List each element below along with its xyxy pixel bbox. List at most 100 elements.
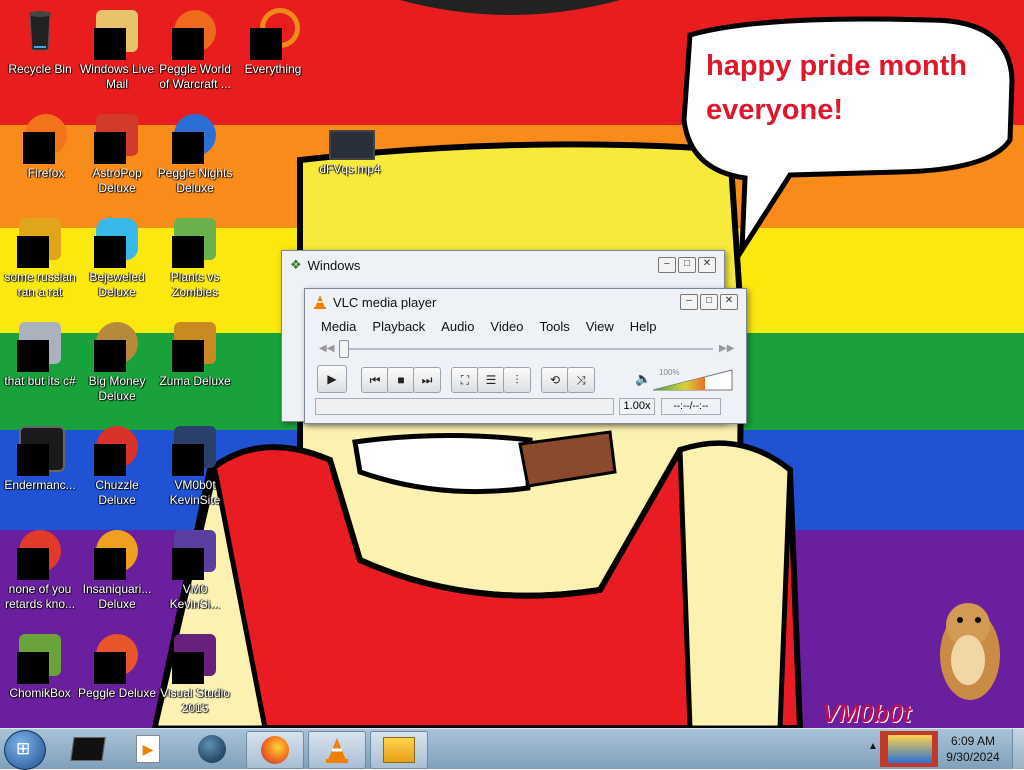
desktop-icon-recycle-bin[interactable]: Recycle Bin <box>0 8 80 77</box>
desktop-icon-label: Peggle World of Warcraft ... <box>159 62 231 91</box>
volume-slider[interactable]: 100% <box>652 368 733 391</box>
media-player-icon: ▶ <box>136 735 160 763</box>
terminal-icon <box>17 424 65 476</box>
stop-button[interactable]: ■ <box>387 367 415 393</box>
menu-playback[interactable]: Playback <box>364 319 433 334</box>
taskbar-item-firefox[interactable] <box>246 731 304 769</box>
play-button[interactable]: ▶ <box>317 365 347 393</box>
fullscreen-button[interactable]: ⛶ <box>451 367 479 393</box>
menu-video[interactable]: Video <box>482 319 531 334</box>
clock-time: 6:09 AM <box>950 734 996 748</box>
next-button[interactable]: ⏭ <box>413 367 441 393</box>
hamster-icon <box>17 632 63 684</box>
seek-handle[interactable] <box>339 340 349 358</box>
desktop-icon-peggle-deluxe[interactable]: Peggle Deluxe <box>77 632 157 701</box>
volume-percent: 100% <box>659 368 680 377</box>
desktop-icon-none-of-you[interactable]: none of you retards kno... <box>0 528 80 612</box>
desktop-icon-peggle-nights-deluxe[interactable]: Peggle Nights Deluxe <box>155 112 235 196</box>
desktop-icon-endermanc[interactable]: Endermanc... <box>0 424 80 493</box>
desktop-icon-label: AstroPop Deluxe <box>92 166 142 195</box>
file-icon <box>17 320 63 372</box>
show-desktop-button[interactable] <box>1012 729 1024 769</box>
minimize-button[interactable]: – <box>658 257 676 273</box>
vlc-window-title: VLC media player <box>333 294 437 310</box>
computer-icon <box>383 737 415 763</box>
desktop-icon-insaniquarium-deluxe[interactable]: Insaniquari... Deluxe <box>77 528 157 612</box>
taskbar-item-cmd[interactable] <box>60 731 116 767</box>
chuzzle-icon <box>94 424 140 476</box>
close-button[interactable]: ✕ <box>698 257 716 273</box>
shuffle-button[interactable]: ⤨ <box>567 367 595 393</box>
desktop-icon-label: Windows Live Mail <box>79 62 155 91</box>
desktop-icon-label: Big Money Deluxe <box>88 374 146 403</box>
tray-app-icon[interactable] <box>880 731 938 767</box>
taskbar-item-explorer[interactable] <box>370 731 428 769</box>
seek-forward-icon[interactable]: ▶▶ <box>719 343 734 354</box>
loop-button[interactable]: ⟲ <box>541 367 569 393</box>
close-button[interactable]: ✕ <box>720 294 738 310</box>
desktop-icon-dfvqs-mp4[interactable]: dFVqs.mp4 <box>310 124 390 177</box>
desktop-icon-vm0b0t-kevinsite[interactable]: VM0b0t KevinSite <box>155 424 235 508</box>
desktop-icon-label: ChomikBox <box>9 686 71 700</box>
desktop-icon-big-money-deluxe[interactable]: Big Money Deluxe <box>77 320 157 404</box>
desktop-icon-vm0-kevinsite[interactable]: VM0 KevinSi... <box>155 528 235 612</box>
desktop-icon-bejeweled-deluxe[interactable]: Bejeweled Deluxe <box>77 216 157 300</box>
desktop-icon-some-russian-ran-a-rat[interactable]: some russian ran a rat <box>0 216 80 300</box>
zuma-icon <box>172 320 218 372</box>
taskbar-item-media-player[interactable]: ▶ <box>120 731 176 767</box>
seek-back-icon[interactable]: ◀◀ <box>319 343 334 354</box>
menu-media[interactable]: Media <box>313 319 364 334</box>
status-field <box>315 398 614 415</box>
cmd-icon <box>70 737 106 761</box>
seek-bar[interactable] <box>341 348 713 350</box>
desktop-icon-everything[interactable]: Everything <box>233 8 313 77</box>
maximize-button[interactable]: □ <box>678 257 696 273</box>
vlc-icon <box>326 738 348 763</box>
desktop-icon-windows-live-mail[interactable]: Windows Live Mail <box>77 8 157 92</box>
menu-help[interactable]: Help <box>622 319 665 334</box>
desktop-icon-zuma-deluxe[interactable]: Zuma Deluxe <box>155 320 235 389</box>
wallpaper-right-arm <box>677 440 793 728</box>
firefox-icon <box>23 112 69 164</box>
desktop-icon-firefox[interactable]: Firefox <box>6 112 86 181</box>
playlist-button[interactable]: ☰ <box>477 367 505 393</box>
taskbar-item-browser[interactable] <box>184 731 240 767</box>
desktop-icon-peggle-world-of-warcraft[interactable]: Peggle World of Warcraft ... <box>155 8 235 92</box>
desktop-icon-astropop-deluxe[interactable]: AstroPop Deluxe <box>77 112 157 196</box>
extended-settings-button[interactable]: ⫶ <box>503 367 531 393</box>
hamster-belly <box>951 635 985 685</box>
desktop[interactable]: happy pride month everyone! VM0b0t Recyc… <box>0 0 1024 728</box>
desktop-icon-label: Firefox <box>27 166 65 180</box>
taskbar-item-vlc[interactable] <box>308 731 366 769</box>
speaker-icon[interactable]: 🔈 <box>635 371 651 387</box>
taskbar: ⊞ ▶ ▲ 6:09 AM 9/30/2024 <box>0 728 1024 770</box>
hamster-eye <box>975 617 981 623</box>
minimize-button[interactable]: – <box>680 294 698 310</box>
recycle-bin-icon <box>29 11 51 51</box>
show-hidden-icons-button[interactable]: ▲ <box>868 741 878 752</box>
desktop-icon-visual-studio-2015[interactable]: Visual Studio 2015 <box>155 632 235 716</box>
maximize-button[interactable]: □ <box>700 294 718 310</box>
menu-view[interactable]: View <box>578 319 622 334</box>
previous-button[interactable]: ⏮ <box>361 367 389 393</box>
windows-dialog-titlebar[interactable]: ❖ Windows – □ ✕ <box>282 251 724 279</box>
money-bag-icon <box>94 320 140 372</box>
desktop-icon-label: none of you retards kno... <box>4 582 76 611</box>
clock[interactable]: 6:09 AM 9/30/2024 <box>940 733 1006 765</box>
visual-studio-icon <box>172 632 218 684</box>
time-display[interactable]: --:--/--:-- <box>661 398 721 415</box>
desktop-icon-plants-vs-zombies[interactable]: Plants vs Zombies <box>155 216 235 300</box>
desktop-icon-that-but-its-csharp[interactable]: that but its c# <box>0 320 80 389</box>
vlc-titlebar[interactable]: VLC media player – □ ✕ <box>305 289 746 315</box>
menu-tools[interactable]: Tools <box>531 319 577 334</box>
speech-bubble-line: everyone! <box>706 94 844 126</box>
desktop-icon-chomikbox[interactable]: ChomikBox <box>0 632 80 701</box>
playback-speed[interactable]: 1.00x <box>619 398 655 415</box>
mail-icon <box>94 8 140 60</box>
start-button[interactable]: ⊞ <box>4 730 46 770</box>
desktop-icon-chuzzle-deluxe[interactable]: Chuzzle Deluxe <box>77 424 157 508</box>
file-icon <box>17 528 63 580</box>
vlc-window[interactable]: VLC media player – □ ✕ Media Playback Au… <box>304 288 747 424</box>
speech-bubble-text: happy pride month everyone! <box>706 44 986 132</box>
menu-audio[interactable]: Audio <box>433 319 482 334</box>
